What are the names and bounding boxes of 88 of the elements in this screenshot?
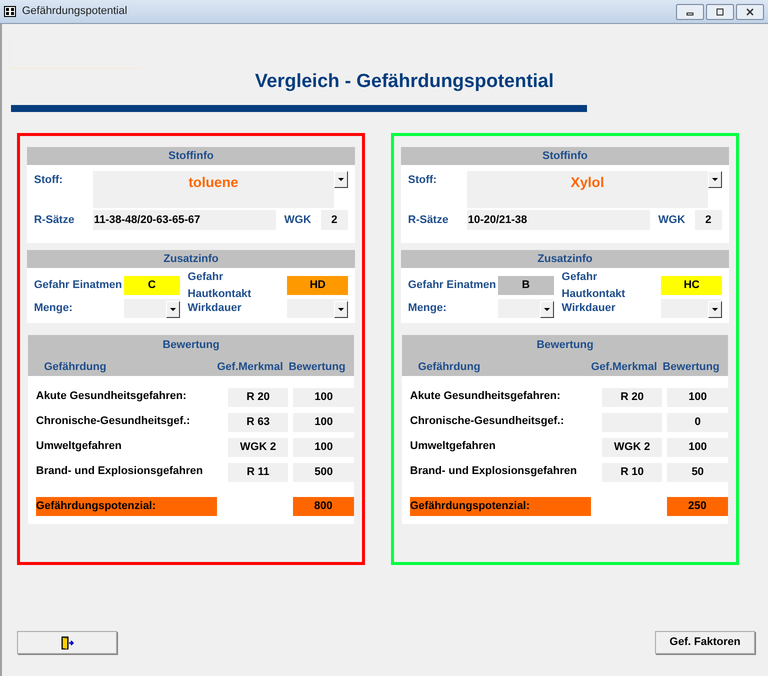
section-header: Zusatzinfo bbox=[401, 250, 729, 268]
close-icon bbox=[745, 8, 755, 16]
hazard-label: Brand- und Explosionsgefahren bbox=[410, 464, 578, 479]
dropdown-button[interactable] bbox=[334, 171, 348, 188]
duration-dropdown[interactable] bbox=[661, 299, 722, 318]
total-value: 800 bbox=[292, 497, 354, 516]
table-cell: R 20 bbox=[228, 388, 288, 407]
dropdown-arrow-icon bbox=[338, 178, 344, 181]
dropdown-button[interactable] bbox=[708, 171, 722, 188]
field-label: Gefahr Einatmen bbox=[34, 278, 124, 294]
dropdown-button[interactable] bbox=[708, 301, 722, 318]
field-label: Stoff: bbox=[34, 173, 64, 188]
table-cell: WGK 2 bbox=[228, 438, 288, 457]
quantity-dropdown[interactable] bbox=[498, 299, 554, 318]
dropdown-button[interactable] bbox=[334, 301, 348, 318]
field-label: Gefahr Hautkontakt bbox=[562, 270, 626, 302]
minimize-button[interactable] bbox=[676, 4, 704, 20]
dropdown-arrow-icon bbox=[544, 308, 550, 311]
table-cell: WGK 2 bbox=[602, 438, 662, 457]
window-title: Gefährdungspotential bbox=[22, 4, 128, 20]
hazard-label: Umweltgefahren bbox=[36, 439, 123, 454]
hazard-label: Akute Gesundheitsgefahren: bbox=[410, 389, 562, 404]
hazard-code-field: B bbox=[498, 276, 554, 295]
table-cell: 100 bbox=[293, 388, 354, 407]
column-header: Bewertung bbox=[288, 360, 346, 374]
door-exit-icon bbox=[60, 636, 74, 650]
table-cell: 100 bbox=[293, 438, 354, 457]
field-label: Wirkdauer bbox=[188, 301, 242, 316]
table-cell: R 20 bbox=[602, 388, 662, 407]
table-cell: 0 bbox=[667, 413, 728, 432]
dropdown-button[interactable] bbox=[166, 301, 180, 318]
table-cell: R 10 bbox=[602, 463, 662, 482]
r-phrases-field[interactable]: 10-20/21-38 bbox=[466, 210, 650, 230]
column-header: Gef.Merkmal bbox=[590, 360, 658, 374]
column-header: Gef.Merkmal bbox=[216, 360, 284, 374]
table-cell: 100 bbox=[667, 388, 728, 407]
dropdown-arrow-icon bbox=[712, 178, 718, 181]
column-header: Gefährdung bbox=[417, 360, 482, 374]
total-label: Gefährdungspotenzial: bbox=[410, 497, 591, 516]
hazard-label: Chronische-Gesundheitsgef.: bbox=[410, 414, 566, 429]
field-label: R-Sätze bbox=[408, 212, 450, 228]
section-header: Zusatzinfo bbox=[27, 250, 355, 268]
page-heading: Vergleich - Gefährdungspotential bbox=[255, 70, 555, 94]
r-phrases-field[interactable]: 11-38-48/20-63-65-67 bbox=[92, 210, 276, 230]
field-label: WGK bbox=[658, 212, 686, 228]
close-button[interactable] bbox=[736, 4, 764, 20]
column-header: Gefährdung bbox=[43, 360, 108, 374]
maximize-icon bbox=[715, 8, 725, 16]
section-title: Bewertung bbox=[162, 338, 220, 353]
field-label: WGK bbox=[284, 212, 312, 228]
dropdown-arrow-icon bbox=[170, 308, 176, 311]
field-label: R-Sätze bbox=[34, 212, 76, 228]
table-cell: 500 bbox=[293, 463, 354, 482]
field-label: Wirkdauer bbox=[562, 301, 616, 316]
hazard-label: Chronische-Gesundheitsgef.: bbox=[36, 414, 192, 429]
hazard-label: Umweltgefahren bbox=[410, 439, 497, 454]
hazard-label: Akute Gesundheitsgefahren: bbox=[36, 389, 188, 404]
field-label: Stoff: bbox=[408, 173, 438, 188]
dropdown-arrow-icon bbox=[338, 308, 344, 311]
section-title: Bewertung bbox=[536, 338, 594, 353]
quantity-dropdown[interactable] bbox=[124, 299, 180, 318]
wgk-field[interactable]: 2 bbox=[694, 210, 722, 230]
factors-button[interactable]: Gef. Faktoren bbox=[655, 631, 755, 654]
form-icon bbox=[4, 6, 16, 17]
table-cell: 100 bbox=[293, 413, 354, 432]
field-label: Menge: bbox=[408, 301, 448, 316]
table-cell: 50 bbox=[667, 463, 728, 482]
field-label: Menge: bbox=[34, 301, 74, 316]
dropdown-arrow-icon bbox=[712, 308, 718, 311]
dropdown-button[interactable] bbox=[540, 301, 554, 318]
exit-button[interactable] bbox=[17, 631, 117, 654]
column-header: Bewertung bbox=[662, 360, 720, 374]
field-label: Gefahr Einatmen bbox=[408, 278, 498, 294]
section-header: Stoffinfo bbox=[27, 147, 355, 165]
table-cell: R 63 bbox=[228, 413, 288, 432]
total-value: 250 bbox=[666, 497, 728, 516]
table-cell: 100 bbox=[667, 438, 728, 457]
hazard-label: Brand- und Explosionsgefahren bbox=[36, 464, 204, 479]
table-cell: R 11 bbox=[228, 463, 288, 482]
section-header: Stoffinfo bbox=[401, 147, 729, 165]
wgk-field[interactable]: 2 bbox=[320, 210, 348, 230]
maximize-button[interactable] bbox=[706, 4, 734, 20]
hazard-code-field: C bbox=[124, 276, 180, 295]
duration-dropdown[interactable] bbox=[287, 299, 348, 318]
hazard-code-field: HC bbox=[661, 276, 722, 295]
hazard-code-field: HD bbox=[287, 276, 348, 295]
field-label: Gefahr Hautkontakt bbox=[188, 270, 252, 302]
total-label: Gefährdungspotenzial: bbox=[36, 497, 217, 516]
